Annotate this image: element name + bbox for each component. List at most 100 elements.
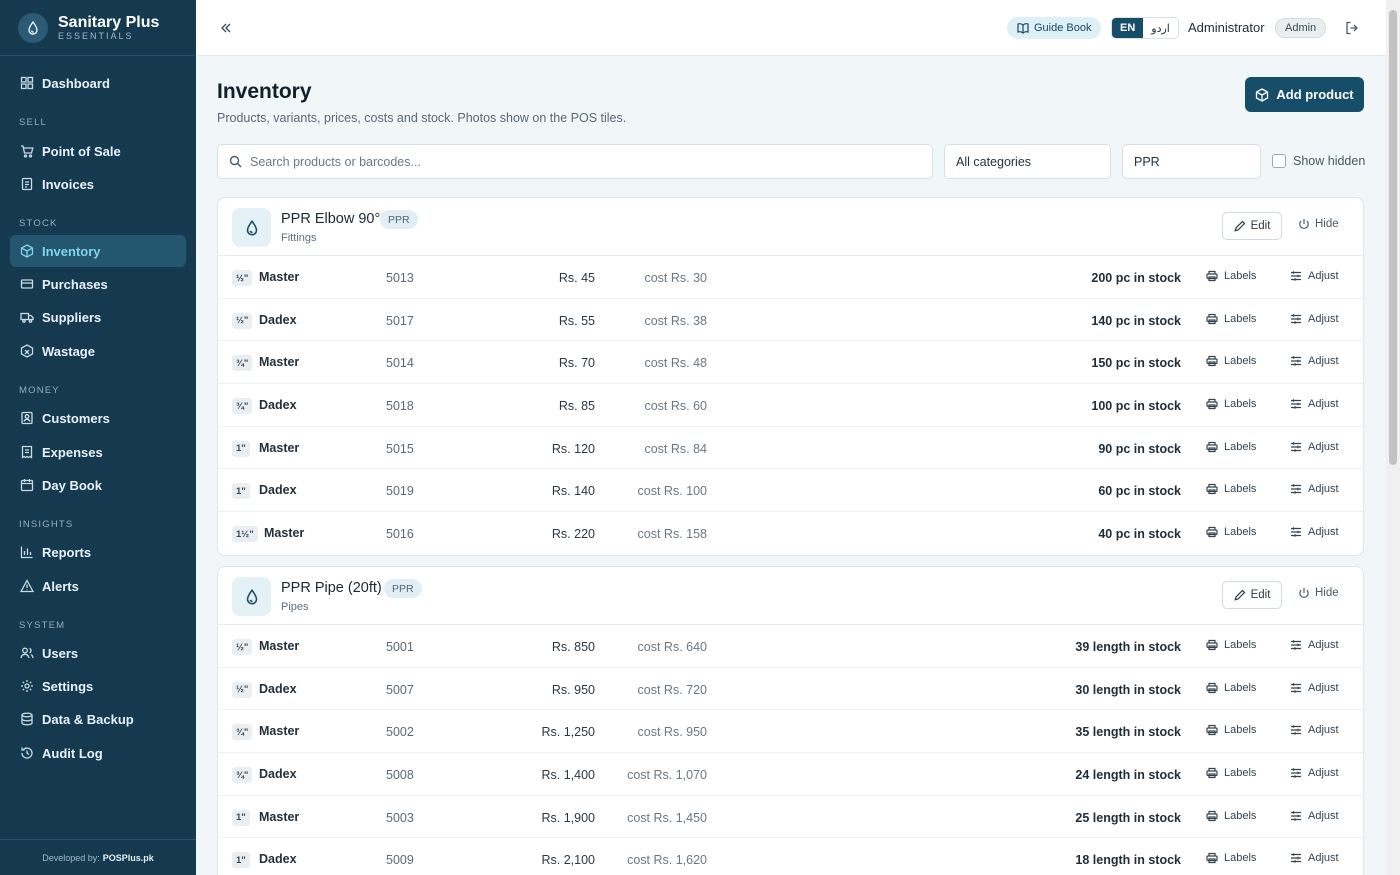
- variant-row[interactable]: ½" Master 5001 Rs. 850 cost Rs. 640 39 length…: [218, 625, 1363, 668]
- adjust-icon: [1291, 313, 1301, 324]
- variant-row[interactable]: ½" Dadex 5007 Rs. 950 cost Rs. 720 30 length …: [218, 668, 1363, 711]
- size-badge: 1": [232, 809, 250, 826]
- variant-row[interactable]: 1" Dadex 5019 Rs. 140 cost Rs. 100 60 pc in s…: [218, 469, 1363, 513]
- footer-vendor[interactable]: POSPlus.pk: [103, 853, 154, 863]
- variant-cost: cost Rs. 640: [637, 640, 707, 654]
- variant-brand: Master: [259, 355, 300, 370]
- sidebar-item-label: Data & Backup: [42, 711, 134, 727]
- sidebar-item-settings[interactable]: Settings: [10, 670, 186, 702]
- variant-row[interactable]: ½" Dadex 5017 Rs. 55 cost Rs. 38 140 pc in st…: [218, 299, 1363, 342]
- adjust-icon: [1291, 527, 1301, 537]
- variant-cost: cost Rs. 1,450: [627, 810, 707, 825]
- variant-brand: Dadex: [259, 312, 297, 327]
- adjust-button[interactable]: Adjust: [1290, 724, 1339, 736]
- printer-icon: [1206, 398, 1218, 410]
- sidebar-item-invoices[interactable]: Invoices: [10, 168, 186, 200]
- sidebar-item-expenses[interactable]: Expenses: [10, 436, 186, 468]
- sidebar-item-dashboard[interactable]: Dashboard: [10, 67, 186, 99]
- variant-row[interactable]: ¾" Dadex 5008 Rs. 1,400 cost Rs. 1,070 24 len…: [218, 753, 1363, 796]
- collapse-sidebar-button[interactable]: [216, 18, 236, 38]
- labels-button[interactable]: Labels: [1206, 852, 1256, 864]
- variant-list: ½" Master 5013 Rs. 45 cost Rs. 30 200 pc in s…: [218, 256, 1363, 555]
- labels-button[interactable]: Labels: [1206, 810, 1256, 822]
- sidebar-item-label: Users: [42, 645, 79, 661]
- variant-brand: Master: [259, 639, 300, 653]
- edit-button[interactable]: Edit: [1222, 212, 1282, 240]
- labels-button[interactable]: Labels: [1206, 270, 1256, 282]
- labels-button[interactable]: Labels: [1206, 398, 1256, 410]
- sidebar-item-pos[interactable]: Point of Sale: [10, 135, 186, 167]
- labels-button[interactable]: Labels: [1206, 526, 1256, 538]
- brand[interactable]: Sanitary Plus ESSENTIALS: [0, 0, 196, 56]
- adjust-button[interactable]: Adjust: [1290, 852, 1339, 864]
- variant-cost: cost Rs. 158: [637, 527, 707, 542]
- adjust-button[interactable]: Adjust: [1290, 639, 1339, 651]
- add-product-button[interactable]: Add product: [1245, 77, 1364, 112]
- sidebar-item-daybook[interactable]: Day Book: [10, 469, 186, 501]
- labels-button[interactable]: Labels: [1206, 639, 1256, 651]
- variant-row[interactable]: 1" Dadex 5009 Rs. 2,100 cost Rs. 1,620 18 len…: [218, 838, 1363, 875]
- variant-code: 5016: [386, 527, 414, 542]
- scrollbar-thumb[interactable]: [1389, 10, 1397, 465]
- search-box: [217, 144, 933, 179]
- sidebar-item-customers[interactable]: Customers: [10, 402, 186, 434]
- lang-ur-button[interactable]: اردو: [1143, 18, 1178, 38]
- printer-icon: [1206, 767, 1218, 779]
- variant-row[interactable]: ¾" Dadex 5018 Rs. 85 cost Rs. 60 100 pc in st…: [218, 384, 1363, 427]
- purchase-icon: [20, 279, 34, 289]
- sidebar-item-wastage[interactable]: Wastage: [10, 335, 186, 367]
- hide-button[interactable]: Hide: [1298, 587, 1339, 599]
- sidebar-item-backup[interactable]: Data & Backup: [10, 703, 186, 735]
- variant-price: Rs. 1,250: [541, 725, 595, 740]
- page-title: Inventory: [217, 80, 312, 103]
- product-tag: PPR: [380, 210, 418, 229]
- adjust-label: Adjust: [1308, 767, 1339, 780]
- labels-button[interactable]: Labels: [1206, 441, 1256, 453]
- labels-button[interactable]: Labels: [1206, 355, 1256, 367]
- labels-button[interactable]: Labels: [1206, 483, 1256, 495]
- variant-row[interactable]: 1½" Master 5016 Rs. 220 cost Rs. 158 40 pc in…: [218, 512, 1363, 555]
- show-hidden-toggle[interactable]: Show hidden: [1272, 154, 1365, 168]
- variant-row[interactable]: ¾" Master 5014 Rs. 70 cost Rs. 48 150 pc in s…: [218, 341, 1363, 385]
- variant-row[interactable]: ¾" Master 5002 Rs. 1,250 cost Rs. 950 35 leng…: [218, 710, 1363, 754]
- search-input[interactable]: [250, 154, 910, 169]
- sidebar-item-inventory[interactable]: Inventory: [10, 235, 186, 267]
- adjust-button[interactable]: Adjust: [1290, 767, 1339, 779]
- variant-code: 5017: [386, 313, 414, 328]
- adjust-button[interactable]: Adjust: [1290, 810, 1339, 822]
- lang-en-button[interactable]: EN: [1112, 18, 1144, 38]
- brand-filter-input[interactable]: PPR: [1122, 144, 1261, 179]
- adjust-button[interactable]: Adjust: [1290, 355, 1339, 367]
- hide-button[interactable]: Hide: [1298, 218, 1339, 230]
- category-select[interactable]: All categories: [944, 144, 1111, 179]
- variant-cost: cost Rs. 30: [644, 271, 707, 285]
- sidebar-item-purchases[interactable]: Purchases: [10, 268, 186, 300]
- sidebar-item-users[interactable]: Users: [10, 637, 186, 669]
- adjust-button[interactable]: Adjust: [1290, 313, 1339, 325]
- labels-button[interactable]: Labels: [1206, 682, 1256, 694]
- sidebar-item-reports[interactable]: Reports: [10, 536, 186, 568]
- adjust-button[interactable]: Adjust: [1290, 270, 1339, 282]
- labels-button[interactable]: Labels: [1206, 313, 1256, 325]
- variant-code: 5001: [386, 640, 414, 654]
- show-hidden-checkbox[interactable]: [1272, 154, 1286, 168]
- labels-button[interactable]: Labels: [1206, 724, 1256, 736]
- sidebar-item-alerts[interactable]: Alerts: [10, 570, 186, 602]
- scrollbar[interactable]: [1386, 0, 1400, 875]
- product-header: PPR Elbow 90° PPR Fittings Edit Hide: [218, 198, 1363, 256]
- sidebar-item-audit[interactable]: Audit Log: [10, 737, 186, 769]
- labels-button[interactable]: Labels: [1206, 767, 1256, 779]
- variant-row[interactable]: 1" Master 5003 Rs. 1,900 cost Rs. 1,450 25 le…: [218, 796, 1363, 839]
- edit-button[interactable]: Edit: [1222, 581, 1282, 609]
- adjust-button[interactable]: Adjust: [1290, 483, 1339, 495]
- calendar-icon: [20, 479, 34, 492]
- variant-row[interactable]: 1" Master 5015 Rs. 120 cost Rs. 84 90 pc in s…: [218, 427, 1363, 470]
- guide-book-button[interactable]: Guide Book: [1007, 17, 1102, 39]
- adjust-button[interactable]: Adjust: [1290, 526, 1339, 538]
- variant-row[interactable]: ½" Master 5013 Rs. 45 cost Rs. 30 200 pc in s…: [218, 256, 1363, 299]
- adjust-button[interactable]: Adjust: [1290, 398, 1339, 410]
- logout-button[interactable]: [1342, 18, 1362, 38]
- adjust-button[interactable]: Adjust: [1290, 441, 1339, 453]
- sidebar-item-suppliers[interactable]: Suppliers: [10, 301, 186, 333]
- adjust-button[interactable]: Adjust: [1290, 682, 1339, 694]
